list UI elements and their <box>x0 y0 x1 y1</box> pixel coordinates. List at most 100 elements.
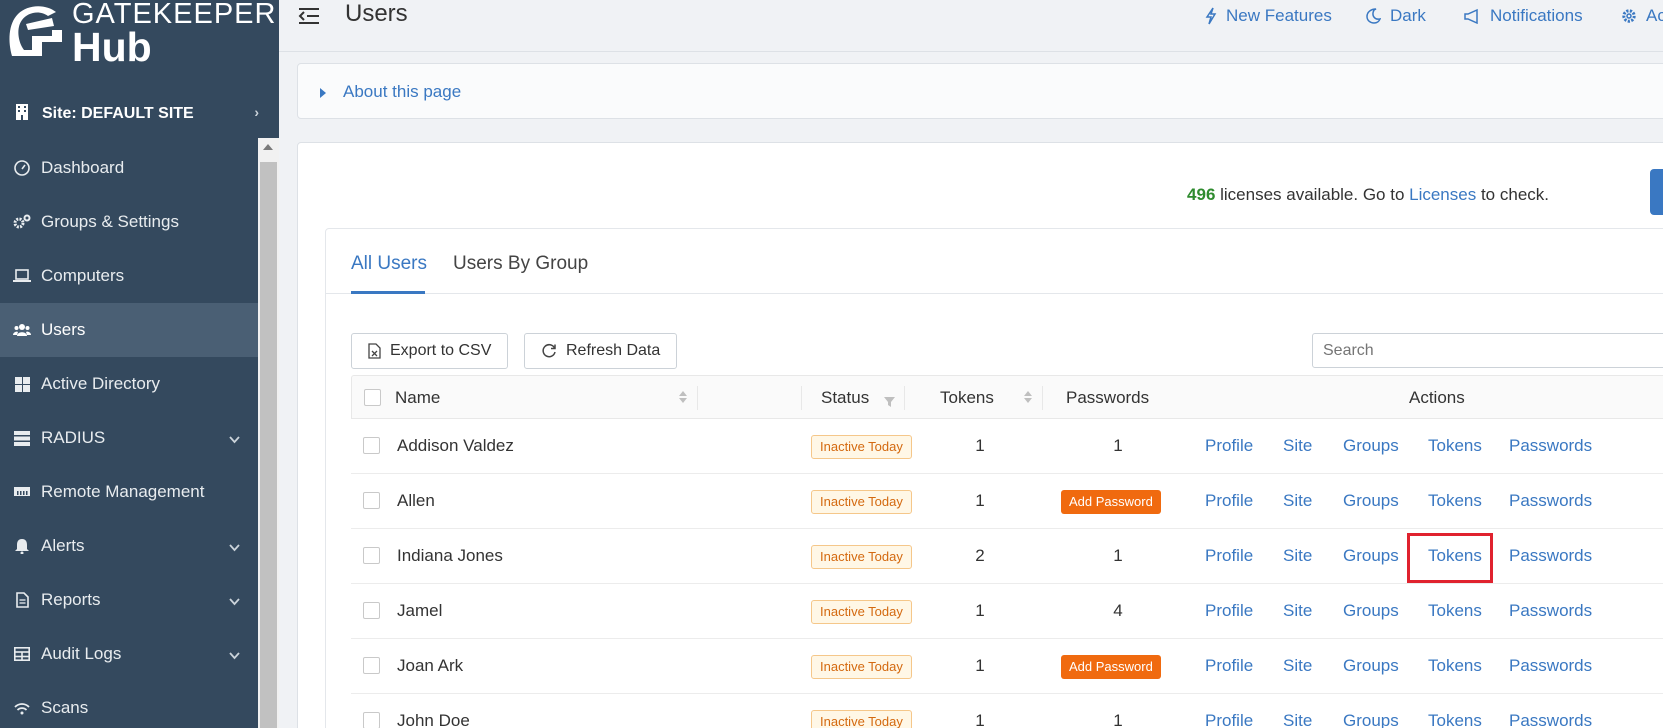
sidebar: GATEKEEPER Hub Site: DEFAULT SITE › Dash… <box>0 0 279 728</box>
action-profile-link[interactable]: Profile <box>1205 546 1253 566</box>
user-name[interactable]: Indiana Jones <box>397 546 503 566</box>
licenses-link[interactable]: Licenses <box>1409 185 1476 204</box>
action-passwords-link[interactable]: Passwords <box>1509 491 1592 511</box>
sidebar-item-alerts[interactable]: Alerts <box>0 519 258 573</box>
action-groups-link[interactable]: Groups <box>1343 491 1399 511</box>
column-divider <box>904 386 905 410</box>
table-icon <box>13 645 31 663</box>
bolt-icon <box>1205 7 1217 25</box>
users-icon <box>13 321 31 339</box>
gatekeeper-logo[interactable]: GATEKEEPER Hub <box>6 0 275 70</box>
sidebar-item-label: Groups & Settings <box>41 212 179 231</box>
site-selector[interactable]: Site: DEFAULT SITE › <box>0 92 279 136</box>
menu-collapse-icon[interactable] <box>297 6 321 31</box>
row-checkbox[interactable] <box>363 547 380 564</box>
sidebar-item-groups-settings[interactable]: Groups & Settings <box>0 195 258 249</box>
search-input[interactable] <box>1312 333 1663 368</box>
sort-name-icon[interactable] <box>679 391 687 403</box>
building-icon <box>16 103 28 125</box>
table-row[interactable]: Jamel Inactive Today 1 4 Profile Site Groups To… <box>351 584 1663 639</box>
action-tokens-link[interactable]: Tokens <box>1428 436 1482 456</box>
action-tokens-link[interactable]: Tokens <box>1428 601 1482 621</box>
action-site-link[interactable]: Site <box>1283 546 1312 566</box>
sidebar-item-audit-logs[interactable]: Audit Logs <box>0 627 258 681</box>
action-site-link[interactable]: Site <box>1283 436 1312 456</box>
scroll-up-arrow-icon[interactable] <box>263 144 273 150</box>
action-profile-link[interactable]: Profile <box>1205 601 1253 621</box>
dark-mode-label: Dark <box>1390 6 1426 25</box>
action-passwords-link[interactable]: Passwords <box>1509 601 1592 621</box>
action-passwords-link[interactable]: Passwords <box>1509 436 1592 456</box>
table-row[interactable]: Indiana Jones Inactive Today 2 1 Profile Site… <box>351 529 1663 584</box>
action-passwords-link[interactable]: Passwords <box>1509 546 1592 566</box>
column-header-tokens[interactable]: Tokens <box>940 388 994 408</box>
sidebar-item-users[interactable]: Users <box>0 303 258 357</box>
row-checkbox[interactable] <box>363 437 380 454</box>
action-passwords-link[interactable]: Passwords <box>1509 711 1592 728</box>
dark-mode-toggle[interactable]: Dark <box>1366 6 1426 26</box>
chevron-down-icon <box>229 429 240 449</box>
column-header-name[interactable]: Name <box>395 388 440 408</box>
table-row[interactable]: Joan Ark Inactive Today 1 Add Password Profi… <box>351 639 1663 694</box>
scrollbar-thumb[interactable] <box>260 162 277 728</box>
table-row[interactable]: John Doe Inactive Today 1 1 Profile Site Group… <box>351 694 1663 728</box>
add-user-button[interactable] <box>1650 169 1663 215</box>
sidebar-item-radius[interactable]: RADIUS <box>0 411 258 465</box>
action-passwords-link[interactable]: Passwords <box>1509 656 1592 676</box>
sidebar-item-label: Users <box>41 320 86 339</box>
action-profile-link[interactable]: Profile <box>1205 656 1253 676</box>
add-password-button[interactable]: Add Password <box>1061 490 1161 514</box>
select-all-checkbox[interactable] <box>364 389 381 406</box>
topbar: Users New Features Dark Notifications Ac <box>279 0 1663 52</box>
action-groups-link[interactable]: Groups <box>1343 601 1399 621</box>
token-count: 1 <box>975 711 985 728</box>
action-groups-link[interactable]: Groups <box>1343 656 1399 676</box>
sidebar-item-reports[interactable]: Reports <box>0 573 258 627</box>
action-site-link[interactable]: Site <box>1283 656 1312 676</box>
account-settings-link[interactable]: Ac <box>1621 6 1663 26</box>
filter-icon[interactable] <box>884 392 895 412</box>
user-name[interactable]: Allen <box>397 491 435 511</box>
table-row[interactable]: Allen Inactive Today 1 Add Password Profile S… <box>351 474 1663 529</box>
action-site-link[interactable]: Site <box>1283 711 1312 728</box>
action-groups-link[interactable]: Groups <box>1343 711 1399 728</box>
action-profile-link[interactable]: Profile <box>1205 436 1253 456</box>
row-checkbox[interactable] <box>363 602 380 619</box>
table-header: Name Status Tokens Passwords Actions <box>351 375 1663 419</box>
sidebar-scrollbar[interactable] <box>258 138 279 728</box>
about-this-page-collapse[interactable]: About this page <box>297 63 1663 119</box>
user-name[interactable]: John Doe <box>397 711 470 728</box>
status-badge: Inactive Today <box>811 710 912 728</box>
sort-tokens-icon[interactable] <box>1024 391 1032 403</box>
token-count: 1 <box>975 656 985 675</box>
action-tokens-link[interactable]: Tokens <box>1428 656 1482 676</box>
notifications-link[interactable]: Notifications <box>1464 6 1583 26</box>
sidebar-item-dashboard[interactable]: Dashboard <box>0 141 258 195</box>
action-site-link[interactable]: Site <box>1283 601 1312 621</box>
action-groups-link[interactable]: Groups <box>1343 436 1399 456</box>
user-name[interactable]: Jamel <box>397 601 442 621</box>
sidebar-item-remote-management[interactable]: Remote Management <box>0 465 258 519</box>
refresh-data-button[interactable]: Refresh Data <box>524 333 678 369</box>
export-csv-button[interactable]: Export to CSV <box>351 333 509 369</box>
row-checkbox[interactable] <box>363 657 380 674</box>
action-site-link[interactable]: Site <box>1283 491 1312 511</box>
sidebar-item-computers[interactable]: Computers <box>0 249 258 303</box>
user-name[interactable]: Addison Valdez <box>397 436 514 456</box>
tab-all-users[interactable]: All Users <box>351 253 427 275</box>
sidebar-item-active-directory[interactable]: Active Directory <box>0 357 258 411</box>
row-checkbox[interactable] <box>363 712 380 728</box>
action-groups-link[interactable]: Groups <box>1343 546 1399 566</box>
user-name[interactable]: Joan Ark <box>397 656 463 676</box>
new-features-link[interactable]: New Features <box>1205 6 1332 26</box>
action-profile-link[interactable]: Profile <box>1205 711 1253 728</box>
action-profile-link[interactable]: Profile <box>1205 491 1253 511</box>
add-password-button[interactable]: Add Password <box>1061 655 1161 679</box>
action-tokens-link[interactable]: Tokens <box>1428 711 1482 728</box>
action-tokens-link[interactable]: Tokens <box>1428 491 1482 511</box>
table-row[interactable]: Addison Valdez Inactive Today 1 1 Profile Sit… <box>351 419 1663 474</box>
sidebar-item-label: Reports <box>41 590 101 609</box>
sidebar-item-scans[interactable]: Scans <box>0 681 258 728</box>
tab-users-by-group[interactable]: Users By Group <box>453 253 588 275</box>
row-checkbox[interactable] <box>363 492 380 509</box>
